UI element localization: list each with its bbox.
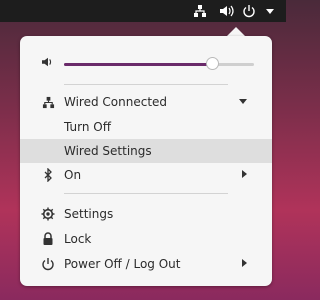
bluetooth-item[interactable]: On (20, 163, 272, 187)
gear-icon (40, 206, 56, 222)
power-label: Power Off / Log Out (64, 257, 181, 271)
network-label: Wired Connected (64, 95, 168, 109)
wired-settings-item[interactable]: Wired Settings (20, 139, 272, 163)
turn-off-label: Turn Off (64, 120, 111, 134)
power-icon[interactable] (242, 3, 256, 19)
bluetooth-label: On (64, 168, 82, 182)
lock-icon (40, 231, 56, 247)
chevron-down-icon (238, 95, 248, 109)
system-menu: Wired Connected Turn Off Wired Settings … (20, 36, 272, 286)
divider (64, 193, 228, 194)
volume-row (20, 50, 272, 74)
volume-icon (40, 54, 56, 70)
volume-knob[interactable] (206, 57, 219, 70)
power-item[interactable]: Power Off / Log Out (20, 252, 272, 276)
wired-settings-label: Wired Settings (64, 144, 152, 158)
volume-slider[interactable] (64, 57, 254, 70)
top-bar (0, 0, 286, 22)
network-icon[interactable] (193, 3, 207, 19)
divider (64, 84, 228, 85)
network-item[interactable]: Wired Connected (20, 90, 272, 114)
settings-item[interactable]: Settings (20, 202, 272, 226)
network-icon (40, 94, 56, 110)
chevron-right-icon (240, 257, 248, 271)
lock-item[interactable]: Lock (20, 227, 272, 251)
menu-arrow-icon[interactable] (265, 3, 275, 19)
chevron-right-icon (240, 168, 248, 182)
lock-label: Lock (64, 232, 92, 246)
turn-off-item[interactable]: Turn Off (20, 115, 272, 139)
power-icon (40, 256, 56, 272)
volume-fill (64, 63, 212, 66)
volume-icon[interactable] (219, 3, 235, 19)
bluetooth-icon (40, 167, 56, 183)
settings-label: Settings (64, 207, 114, 221)
